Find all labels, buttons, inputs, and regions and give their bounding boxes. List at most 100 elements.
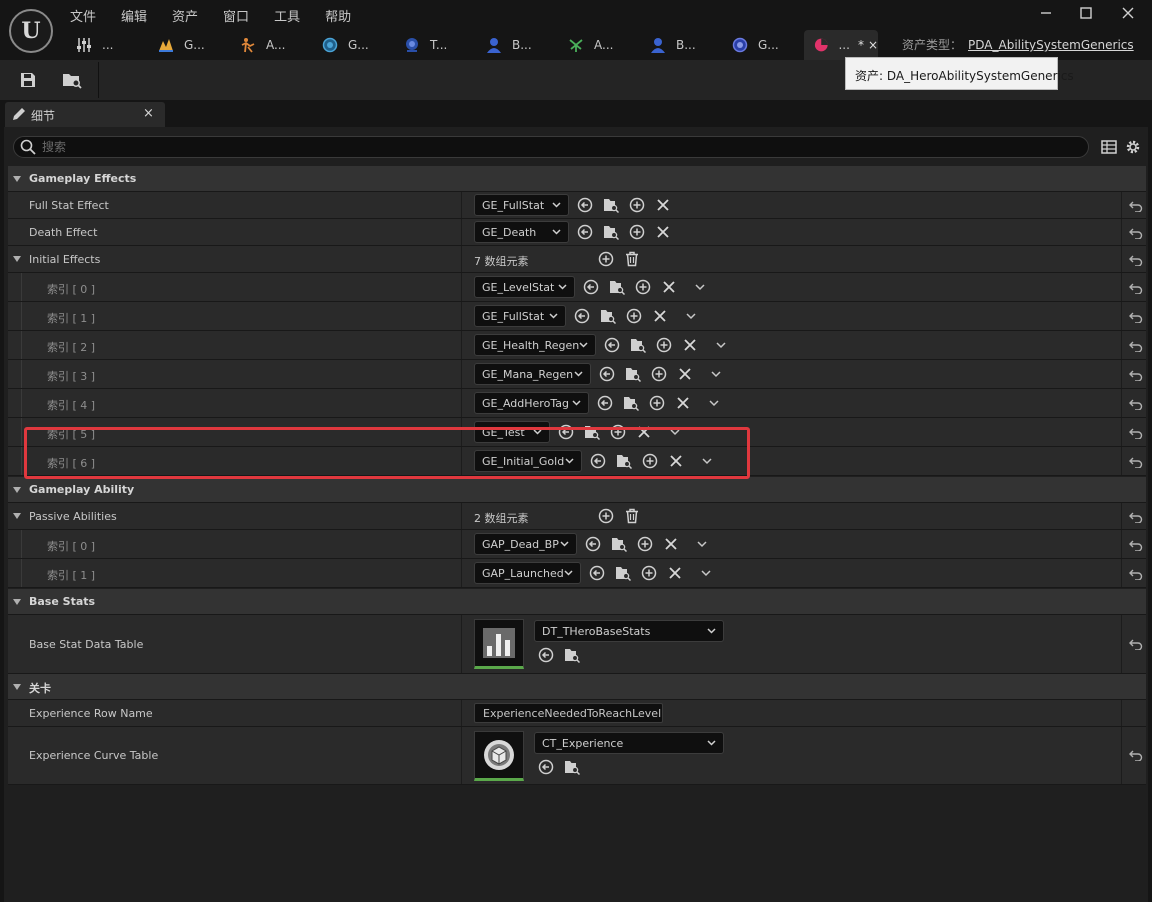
category-gameplay-effects[interactable]: Gameplay Effects	[8, 166, 1146, 192]
element-options-chevron-icon[interactable]	[683, 308, 699, 324]
asset-picker[interactable]: GE_FullStat	[474, 194, 569, 216]
add-icon[interactable]	[626, 308, 642, 324]
use-selected-icon[interactable]	[599, 366, 615, 382]
element-options-chevron-icon[interactable]	[713, 337, 729, 353]
element-options-chevron-icon[interactable]	[694, 536, 710, 552]
reset-to-default-icon[interactable]	[1129, 311, 1143, 323]
add-icon[interactable]	[642, 453, 658, 469]
maximize-button[interactable]	[1074, 4, 1098, 26]
reset-to-default-icon[interactable]	[1129, 369, 1143, 381]
use-selected-icon[interactable]	[574, 308, 590, 324]
reset-to-default-icon[interactable]	[1129, 227, 1143, 239]
table-view-icon[interactable]	[1100, 138, 1118, 156]
add-icon[interactable]	[635, 279, 651, 295]
category-gameplay-ability[interactable]: Gameplay Ability	[8, 477, 1146, 503]
collapse-arrow-icon[interactable]	[13, 513, 21, 519]
tab-blueprint[interactable]: T...	[394, 30, 476, 60]
close-window-button[interactable]	[1116, 4, 1140, 26]
trash-icon[interactable]	[624, 508, 640, 524]
use-selected-icon[interactable]	[577, 197, 593, 213]
tab-character-1[interactable]: B...	[476, 30, 558, 60]
use-selected-icon[interactable]	[590, 453, 606, 469]
browse-folder-icon[interactable]	[616, 453, 632, 469]
clear-icon[interactable]	[652, 308, 668, 324]
search-input[interactable]	[42, 139, 1042, 155]
use-selected-icon[interactable]	[583, 279, 599, 295]
clear-icon[interactable]	[663, 536, 679, 552]
browse-folder-icon[interactable]	[611, 536, 627, 552]
add-icon[interactable]	[629, 224, 645, 240]
element-options-chevron-icon[interactable]	[692, 279, 708, 295]
add-icon[interactable]	[651, 366, 667, 382]
menu-help[interactable]: 帮助	[325, 6, 351, 25]
asset-picker[interactable]: GE_Health_Regen	[474, 334, 596, 356]
reset-to-default-icon[interactable]	[1129, 282, 1143, 294]
element-options-chevron-icon[interactable]	[667, 424, 683, 440]
reset-to-default-icon[interactable]	[1129, 568, 1143, 580]
collapse-arrow-icon[interactable]	[13, 256, 21, 262]
clear-icon[interactable]	[655, 197, 671, 213]
category-level[interactable]: 关卡	[8, 674, 1146, 700]
reset-to-default-icon[interactable]	[1129, 254, 1143, 266]
reset-to-default-icon[interactable]	[1129, 427, 1143, 439]
browse-folder-icon[interactable]	[564, 759, 580, 775]
use-selected-icon[interactable]	[597, 395, 613, 411]
asset-picker[interactable]: GE_Death	[474, 221, 569, 243]
browse-folder-icon[interactable]	[615, 565, 631, 581]
asset-picker[interactable]: GE_FullStat	[474, 305, 566, 327]
reset-to-default-icon[interactable]	[1129, 539, 1143, 551]
menu-file[interactable]: 文件	[70, 6, 96, 25]
reset-to-default-icon[interactable]	[1129, 340, 1143, 352]
asset-picker[interactable]: GE_Test	[474, 421, 550, 443]
experience-row-name-field[interactable]: ExperienceNeededToReachLevel	[474, 703, 663, 723]
asset-picker[interactable]: DT_THeroBaseStats	[534, 620, 724, 642]
tab-gameplay-tag[interactable]: G...	[148, 30, 230, 60]
use-selected-icon[interactable]	[558, 424, 574, 440]
menu-edit[interactable]: 编辑	[121, 6, 147, 25]
asset-picker[interactable]: GAP_Launched	[474, 562, 581, 584]
browse-to-asset-button[interactable]	[56, 66, 88, 94]
menu-asset[interactable]: 资产	[172, 6, 198, 25]
clear-icon[interactable]	[675, 395, 691, 411]
clear-icon[interactable]	[667, 565, 683, 581]
browse-folder-icon[interactable]	[603, 197, 619, 213]
use-selected-icon[interactable]	[577, 224, 593, 240]
element-options-chevron-icon[interactable]	[698, 565, 714, 581]
gear-icon[interactable]	[1124, 138, 1142, 156]
clear-icon[interactable]	[668, 453, 684, 469]
asset-picker[interactable]: GE_LevelStat	[474, 276, 575, 298]
tab-animation-graph[interactable]: A...	[558, 30, 640, 60]
menu-window[interactable]: 窗口	[223, 6, 249, 25]
reset-to-default-icon[interactable]	[1129, 398, 1143, 410]
asset-type-link[interactable]: PDA_AbilitySystemGenerics	[968, 38, 1134, 52]
add-icon[interactable]	[637, 536, 653, 552]
collapse-arrow-icon[interactable]	[13, 684, 21, 690]
reset-to-default-icon[interactable]	[1129, 749, 1143, 761]
add-icon[interactable]	[610, 424, 626, 440]
collapse-arrow-icon[interactable]	[13, 599, 21, 605]
add-element-icon[interactable]	[598, 508, 614, 524]
clear-icon[interactable]	[677, 366, 693, 382]
element-options-chevron-icon[interactable]	[706, 395, 722, 411]
browse-folder-icon[interactable]	[564, 647, 580, 663]
browse-folder-icon[interactable]	[623, 395, 639, 411]
asset-picker[interactable]: GE_AddHeroTag	[474, 392, 589, 414]
details-panel-tab[interactable]: 细节 ×	[5, 102, 165, 127]
browse-folder-icon[interactable]	[625, 366, 641, 382]
browse-folder-icon[interactable]	[609, 279, 625, 295]
asset-picker[interactable]: GE_Mana_Regen	[474, 363, 591, 385]
minimize-button[interactable]	[1034, 4, 1058, 26]
save-button[interactable]	[12, 66, 44, 94]
close-tab-button[interactable]: ×	[868, 38, 878, 52]
collapse-arrow-icon[interactable]	[13, 487, 21, 493]
add-icon[interactable]	[656, 337, 672, 353]
reset-to-default-icon[interactable]	[1129, 200, 1143, 212]
category-base-stats[interactable]: Base Stats	[8, 589, 1146, 615]
clear-icon[interactable]	[661, 279, 677, 295]
browse-folder-icon[interactable]	[600, 308, 616, 324]
tab-globe-1[interactable]: G...	[312, 30, 394, 60]
reset-to-default-icon[interactable]	[1129, 511, 1143, 523]
reset-to-default-icon[interactable]	[1129, 456, 1143, 468]
collapse-arrow-icon[interactable]	[13, 176, 21, 182]
unreal-logo-icon[interactable]: U	[9, 9, 53, 53]
